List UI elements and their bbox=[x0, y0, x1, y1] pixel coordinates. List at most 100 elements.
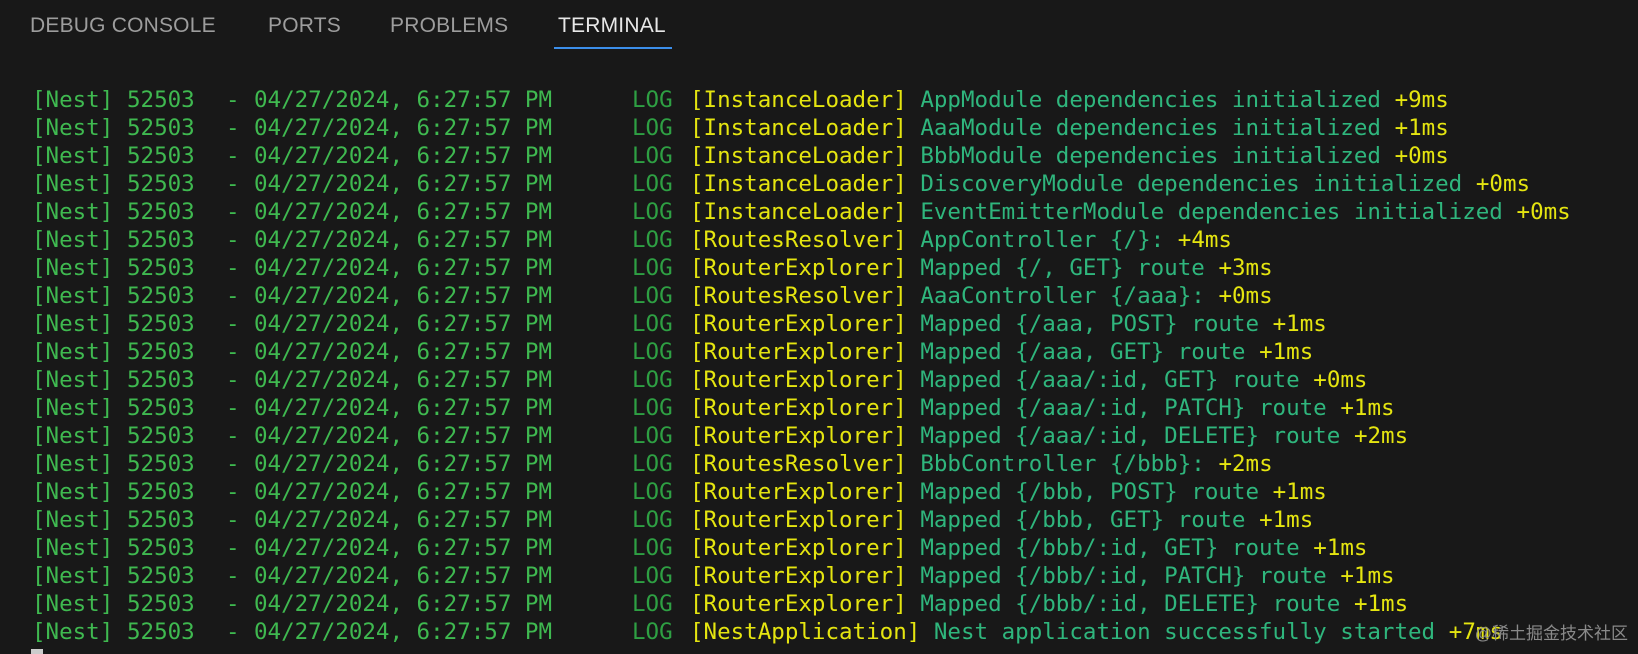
log-elapsed-time: +1ms bbox=[1394, 115, 1449, 141]
terminal-line: [Nest] 52503 -04/27/2024, 6:27:57 PM LOG [Ro… bbox=[0, 562, 1638, 590]
terminal-line: [Nest] 52503 -04/27/2024, 6:27:57 PM LOG [Ro… bbox=[0, 394, 1638, 422]
log-level: LOG bbox=[632, 143, 673, 169]
log-pid: 52503 bbox=[127, 199, 195, 225]
log-ts: 04/27/2024, 6:27:57 PM bbox=[254, 479, 553, 505]
log-sep: - bbox=[226, 143, 240, 169]
log-sep: - bbox=[226, 367, 240, 393]
log-pid: 52503 bbox=[127, 367, 195, 393]
log-level: LOG bbox=[632, 591, 673, 617]
log-ts: 04/27/2024, 6:27:57 PM bbox=[254, 311, 553, 337]
log-ts: 04/27/2024, 6:27:57 PM bbox=[254, 619, 553, 645]
log-message: DiscoveryModule dependencies initialized bbox=[920, 171, 1463, 197]
log-sep: - bbox=[226, 311, 240, 337]
log-sep: - bbox=[226, 115, 240, 141]
log-message: AppModule dependencies initialized bbox=[920, 87, 1381, 113]
log-message: EventEmitterModule dependencies initiali… bbox=[920, 199, 1503, 225]
log-ts: 04/27/2024, 6:27:57 PM bbox=[254, 87, 553, 113]
log-ctx: [RouterExplorer] bbox=[690, 255, 907, 281]
log-prefix: [Nest] bbox=[32, 87, 114, 113]
log-message: BbbModule dependencies initialized bbox=[920, 143, 1381, 169]
log-message: Mapped {/aaa/:id, DELETE} route bbox=[920, 423, 1341, 449]
log-prefix: [Nest] bbox=[32, 311, 114, 337]
log-ctx: [RouterExplorer] bbox=[690, 591, 907, 617]
log-ctx: [RouterExplorer] bbox=[690, 395, 907, 421]
log-elapsed-time: +9ms bbox=[1394, 87, 1449, 113]
log-prefix: [Nest] bbox=[32, 367, 114, 393]
tab-terminal[interactable]: TERMINAL bbox=[558, 14, 666, 38]
terminal-line: [Nest] 52503 -04/27/2024, 6:27:57 PM LOG [Ro… bbox=[0, 310, 1638, 338]
log-message: Mapped {/aaa, POST} route bbox=[920, 311, 1259, 337]
tab-ports[interactable]: PORTS bbox=[268, 14, 341, 38]
log-ts: 04/27/2024, 6:27:57 PM bbox=[254, 115, 553, 141]
log-sep: - bbox=[226, 591, 240, 617]
terminal-line: [Nest] 52503 -04/27/2024, 6:27:57 PM LOG [In… bbox=[0, 170, 1638, 198]
terminal-line: [Nest] 52503 -04/27/2024, 6:27:57 PM LOG [In… bbox=[0, 86, 1638, 114]
log-sep: - bbox=[226, 283, 240, 309]
log-sep: - bbox=[226, 199, 240, 225]
terminal-line: [Nest] 52503 -04/27/2024, 6:27:57 PM LOG [Ro… bbox=[0, 282, 1638, 310]
log-elapsed-time: +1ms bbox=[1340, 395, 1395, 421]
log-level: LOG bbox=[632, 423, 673, 449]
tab-problems[interactable]: PROBLEMS bbox=[390, 14, 508, 38]
terminal-line: [Nest] 52503 -04/27/2024, 6:27:57 PM LOG [Ro… bbox=[0, 534, 1638, 562]
terminal-line: [Nest] 52503 -04/27/2024, 6:27:57 PM LOG [Ro… bbox=[0, 422, 1638, 450]
log-sep: - bbox=[226, 507, 240, 533]
active-tab-indicator bbox=[554, 47, 672, 49]
log-prefix: [Nest] bbox=[32, 199, 114, 225]
log-ctx: [NestApplication] bbox=[690, 619, 921, 645]
log-level: LOG bbox=[632, 479, 673, 505]
log-pid: 52503 bbox=[127, 563, 195, 589]
log-ctx: [InstanceLoader] bbox=[690, 171, 907, 197]
log-sep: - bbox=[226, 395, 240, 421]
log-ts: 04/27/2024, 6:27:57 PM bbox=[254, 171, 553, 197]
log-level: LOG bbox=[632, 451, 673, 477]
log-level: LOG bbox=[632, 227, 673, 253]
log-prefix: [Nest] bbox=[32, 591, 114, 617]
log-prefix: [Nest] bbox=[32, 619, 114, 645]
log-elapsed-time: +1ms bbox=[1272, 311, 1327, 337]
log-ctx: [RouterExplorer] bbox=[690, 339, 907, 365]
log-prefix: [Nest] bbox=[32, 395, 114, 421]
log-prefix: [Nest] bbox=[32, 339, 114, 365]
log-sep: - bbox=[226, 87, 240, 113]
log-elapsed-time: +1ms bbox=[1272, 479, 1327, 505]
log-sep: - bbox=[226, 339, 240, 365]
log-prefix: [Nest] bbox=[32, 507, 114, 533]
log-level: LOG bbox=[632, 199, 673, 225]
log-ts: 04/27/2024, 6:27:57 PM bbox=[254, 255, 553, 281]
terminal-line: [Nest] 52503 -04/27/2024, 6:27:57 PM LOG [Ne… bbox=[0, 618, 1638, 646]
log-sep: - bbox=[226, 619, 240, 645]
log-level: LOG bbox=[632, 535, 673, 561]
log-elapsed-time: +0ms bbox=[1516, 199, 1571, 225]
log-pid: 52503 bbox=[127, 143, 195, 169]
log-sep: - bbox=[226, 423, 240, 449]
log-pid: 52503 bbox=[127, 283, 195, 309]
terminal-line: [Nest] 52503 -04/27/2024, 6:27:57 PM LOG [Ro… bbox=[0, 450, 1638, 478]
log-message: Mapped {/bbb/:id, PATCH} route bbox=[920, 563, 1327, 589]
tab-debug-console[interactable]: DEBUG CONSOLE bbox=[30, 14, 216, 38]
log-pid: 52503 bbox=[127, 395, 195, 421]
log-sep: - bbox=[226, 171, 240, 197]
log-message: Mapped {/aaa, GET} route bbox=[920, 339, 1246, 365]
log-pid: 52503 bbox=[127, 619, 195, 645]
log-prefix: [Nest] bbox=[32, 171, 114, 197]
log-ts: 04/27/2024, 6:27:57 PM bbox=[254, 591, 553, 617]
log-elapsed-time: +3ms bbox=[1218, 255, 1273, 281]
terminal-line: [Nest] 52503 -04/27/2024, 6:27:57 PM LOG [In… bbox=[0, 114, 1638, 142]
log-ctx: [RouterExplorer] bbox=[690, 423, 907, 449]
log-elapsed-time: +1ms bbox=[1313, 535, 1368, 561]
log-pid: 52503 bbox=[127, 591, 195, 617]
log-ts: 04/27/2024, 6:27:57 PM bbox=[254, 339, 553, 365]
log-ctx: [RoutesResolver] bbox=[690, 283, 907, 309]
log-level: LOG bbox=[632, 115, 673, 141]
log-prefix: [Nest] bbox=[32, 283, 114, 309]
log-level: LOG bbox=[632, 619, 673, 645]
log-ts: 04/27/2024, 6:27:57 PM bbox=[254, 367, 553, 393]
log-elapsed-time: +0ms bbox=[1475, 171, 1531, 197]
terminal-output[interactable]: [Nest] 52503-04/27/2024, 6:27:57 PM LOG [In… bbox=[0, 86, 1638, 654]
log-elapsed-time: +4ms bbox=[1177, 227, 1232, 253]
log-elapsed-time: +1ms bbox=[1340, 563, 1395, 589]
log-level: LOG bbox=[632, 311, 673, 337]
log-level: LOG bbox=[632, 507, 673, 533]
terminal-line: [Nest] 52503 -04/27/2024, 6:27:57 PM LOG [Ro… bbox=[0, 254, 1638, 282]
